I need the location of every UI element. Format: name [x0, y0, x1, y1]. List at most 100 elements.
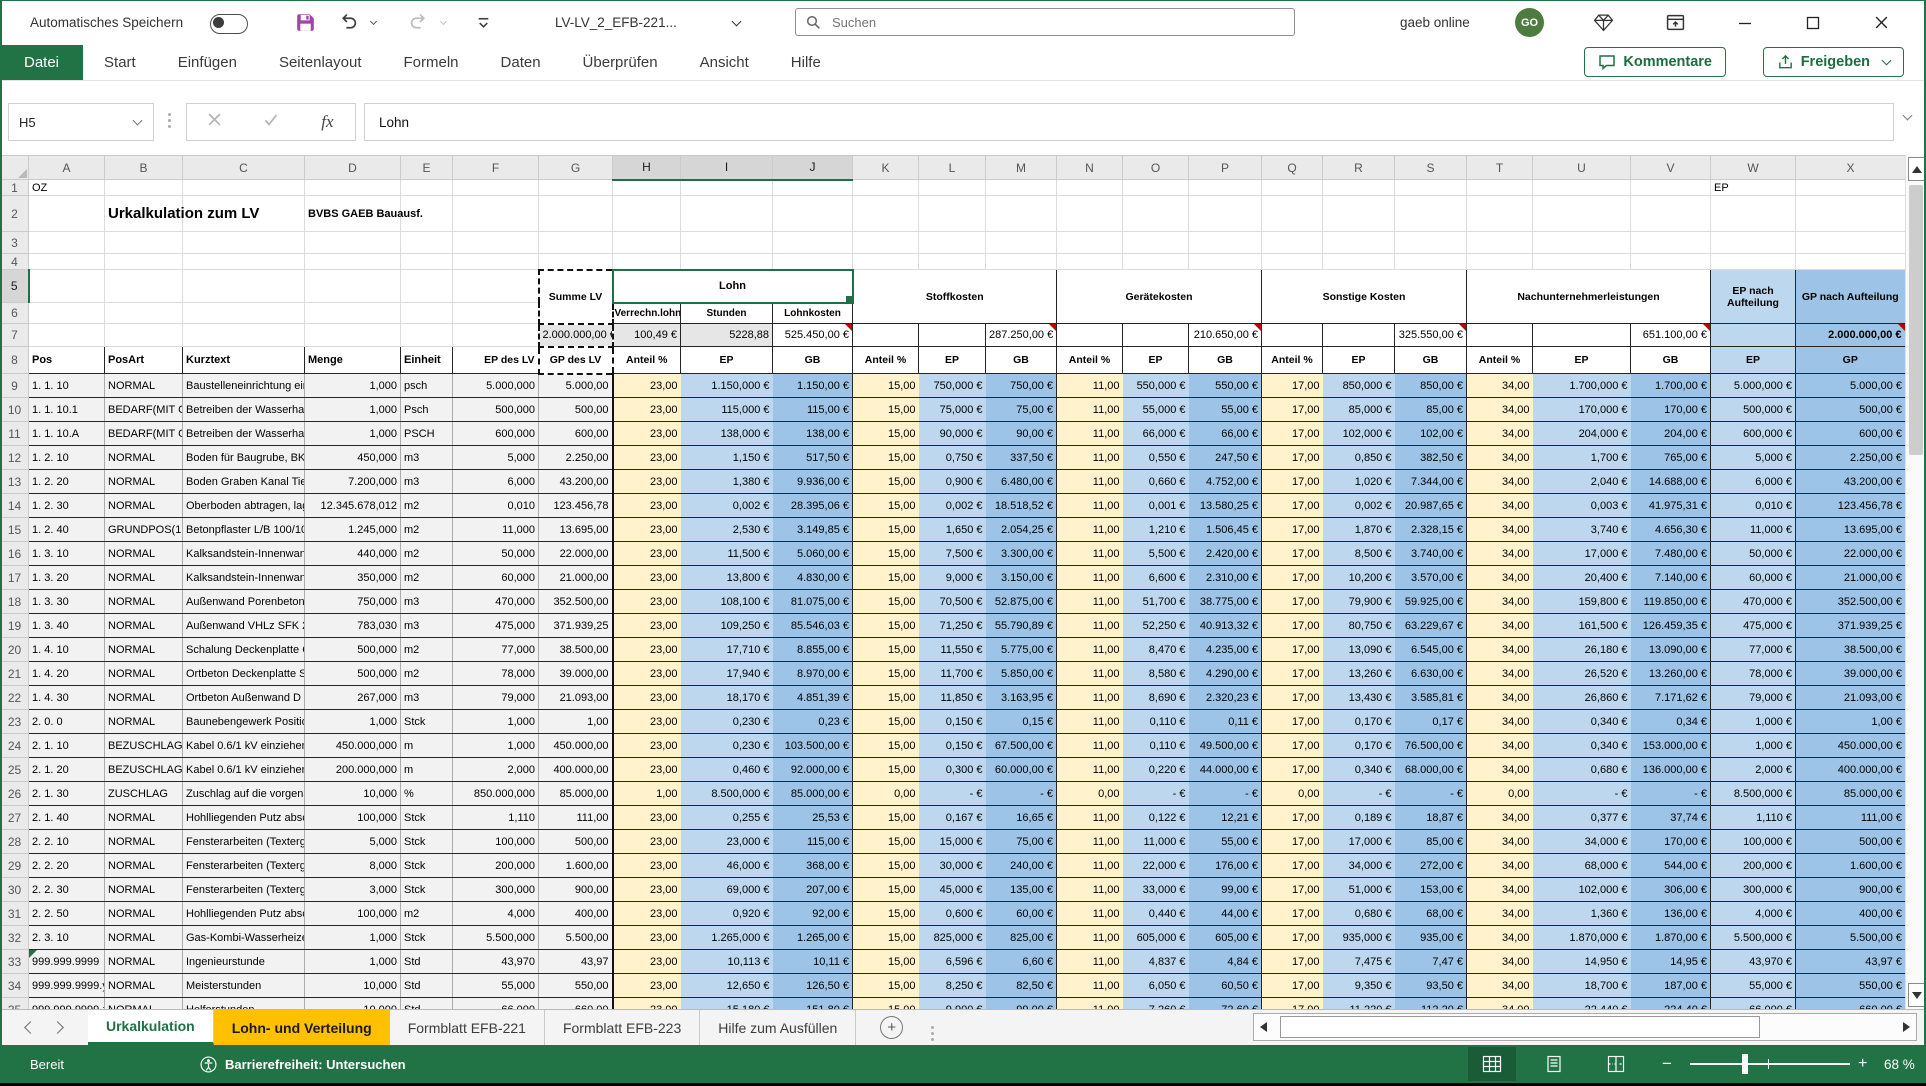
cell-J25[interactable]: 92.000,00 €	[773, 758, 853, 782]
cell-F5[interactable]	[453, 270, 539, 303]
cell-A10[interactable]: 1. 1. 10.1	[29, 398, 105, 422]
cell-W33[interactable]: 43,970 €	[1711, 950, 1796, 974]
cell-I11[interactable]: 138,000 €	[681, 422, 773, 446]
cell-E3[interactable]	[401, 232, 453, 254]
cell-P30[interactable]: 99,00 €	[1189, 878, 1262, 902]
cell-C24[interactable]: Kabel 0.6/1 kV einziehen NY	[183, 734, 305, 758]
cell-M23[interactable]: 0,15 €	[986, 710, 1057, 734]
cell-C31[interactable]: Hohlliegenden Putz abschlage	[183, 902, 305, 926]
quick-access-menu-icon[interactable]	[470, 0, 496, 45]
cell-A3[interactable]	[29, 232, 105, 254]
cell-row7-group3-0[interactable]	[1262, 324, 1323, 347]
cell-X15[interactable]: 13.695,00 €	[1796, 518, 1906, 542]
cell-Q31[interactable]: 17,00	[1262, 902, 1323, 926]
cell-I31[interactable]: 0,920 €	[681, 902, 773, 926]
cell-S27[interactable]: 18,87 €	[1395, 806, 1467, 830]
cell-N19[interactable]: 11,00	[1057, 614, 1123, 638]
subheader-stunden[interactable]: Stunden	[681, 303, 773, 324]
cell-A14[interactable]: 1. 2. 30	[29, 494, 105, 518]
cell-G16[interactable]: 22.000,00	[539, 542, 613, 566]
cell-A20[interactable]: 1. 4. 10	[29, 638, 105, 662]
cell-T22[interactable]: 34,00	[1467, 686, 1533, 710]
cell-N27[interactable]: 11,00	[1057, 806, 1123, 830]
ribbon-display-options-icon[interactable]	[1660, 0, 1690, 45]
cell-M1[interactable]	[986, 180, 1057, 196]
row-header-35[interactable]: 35	[1, 998, 29, 1010]
cell-L20[interactable]: 11,550 €	[919, 638, 986, 662]
cell-G3[interactable]	[539, 232, 613, 254]
row-header-27[interactable]: 27	[1, 806, 29, 830]
cell-G25[interactable]: 400.000,00	[539, 758, 613, 782]
cell-K34[interactable]: 15,00	[853, 974, 919, 998]
cell-P21[interactable]: 4.290,00 €	[1189, 662, 1262, 686]
cell-U21[interactable]: 26,520 €	[1533, 662, 1631, 686]
cell-P3[interactable]	[1189, 232, 1262, 254]
cell-A31[interactable]: 2. 2. 50	[29, 902, 105, 926]
cell-L3[interactable]	[919, 232, 986, 254]
column-header-D[interactable]: D	[305, 156, 401, 180]
cell-R4[interactable]	[1323, 254, 1395, 270]
cell-D1[interactable]	[305, 180, 401, 196]
cell-E14[interactable]: m2	[401, 494, 453, 518]
cell-S2[interactable]	[1395, 196, 1467, 232]
cell-V32[interactable]: 1.870,00 €	[1631, 926, 1711, 950]
cell-X9[interactable]: 5.000,00 €	[1796, 374, 1906, 398]
cell-G27[interactable]: 111,00	[539, 806, 613, 830]
cell-A13[interactable]: 1. 2. 20	[29, 470, 105, 494]
cell-P13[interactable]: 4.752,00 €	[1189, 470, 1262, 494]
cell-X1[interactable]	[1796, 180, 1906, 196]
row-header-34[interactable]: 34	[1, 974, 29, 998]
cell-S12[interactable]: 382,50 €	[1395, 446, 1467, 470]
caption-g1-gb[interactable]: GB	[986, 347, 1057, 374]
cell-F1[interactable]	[453, 180, 539, 196]
cell-D9[interactable]: 1,000	[305, 374, 401, 398]
cell-B14[interactable]: NORMAL	[105, 494, 183, 518]
cell-K20[interactable]: 15,00	[853, 638, 919, 662]
cell-K12[interactable]: 15,00	[853, 446, 919, 470]
cell-T12[interactable]: 34,00	[1467, 446, 1533, 470]
save-icon[interactable]	[290, 0, 320, 45]
cell-J4[interactable]	[773, 254, 853, 270]
cell-G12[interactable]: 2.250,00	[539, 446, 613, 470]
cell-B3[interactable]	[105, 232, 183, 254]
row-header-18[interactable]: 18	[1, 590, 29, 614]
cell-U18[interactable]: 159,800 €	[1533, 590, 1631, 614]
cell-W16[interactable]: 50,000 €	[1711, 542, 1796, 566]
row-header-17[interactable]: 17	[1, 566, 29, 590]
caption-menge[interactable]: Menge	[305, 347, 401, 374]
cell-S22[interactable]: 3.585,81 €	[1395, 686, 1467, 710]
cell-A5[interactable]	[29, 270, 105, 303]
cell-E23[interactable]: Stck	[401, 710, 453, 734]
cell-F25[interactable]: 2,000	[453, 758, 539, 782]
cell-N25[interactable]: 11,00	[1057, 758, 1123, 782]
cell-X20[interactable]: 38.500,00 €	[1796, 638, 1906, 662]
cell-O3[interactable]	[1123, 232, 1189, 254]
cell-row7-group3-2[interactable]: 325.550,00 €	[1395, 324, 1467, 347]
cell-U17[interactable]: 20,400 €	[1533, 566, 1631, 590]
group-header-sonstige-kosten[interactable]: Sonstige Kosten	[1262, 270, 1467, 324]
cell-V23[interactable]: 0,34 €	[1631, 710, 1711, 734]
cell-I25[interactable]: 0,460 €	[681, 758, 773, 782]
cell-M31[interactable]: 60,00 €	[986, 902, 1057, 926]
cell-T31[interactable]: 34,00	[1467, 902, 1533, 926]
cell-A12[interactable]: 1. 2. 10	[29, 446, 105, 470]
cell-A21[interactable]: 1. 4. 20	[29, 662, 105, 686]
cell-M3[interactable]	[986, 232, 1057, 254]
cell-W25[interactable]: 2,000 €	[1711, 758, 1796, 782]
share-button[interactable]: Freigeben	[1763, 47, 1904, 77]
cell-R3[interactable]	[1323, 232, 1395, 254]
cell-B33[interactable]: NORMAL	[105, 950, 183, 974]
cell-F17[interactable]: 60,000	[453, 566, 539, 590]
cell-G10[interactable]: 500,00	[539, 398, 613, 422]
cell-V35[interactable]: 224,40 €	[1631, 998, 1711, 1010]
row-header-22[interactable]: 22	[1, 686, 29, 710]
cell-K29[interactable]: 15,00	[853, 854, 919, 878]
cell-D13[interactable]: 7.200,000	[305, 470, 401, 494]
caption-gp-des-lv[interactable]: GP des LV	[539, 347, 613, 374]
cell-F20[interactable]: 77,000	[453, 638, 539, 662]
cell-N2[interactable]	[1057, 196, 1123, 232]
cell-N32[interactable]: 11,00	[1057, 926, 1123, 950]
row-header-16[interactable]: 16	[1, 542, 29, 566]
cell-P34[interactable]: 60,50 €	[1189, 974, 1262, 998]
cell-T24[interactable]: 34,00	[1467, 734, 1533, 758]
